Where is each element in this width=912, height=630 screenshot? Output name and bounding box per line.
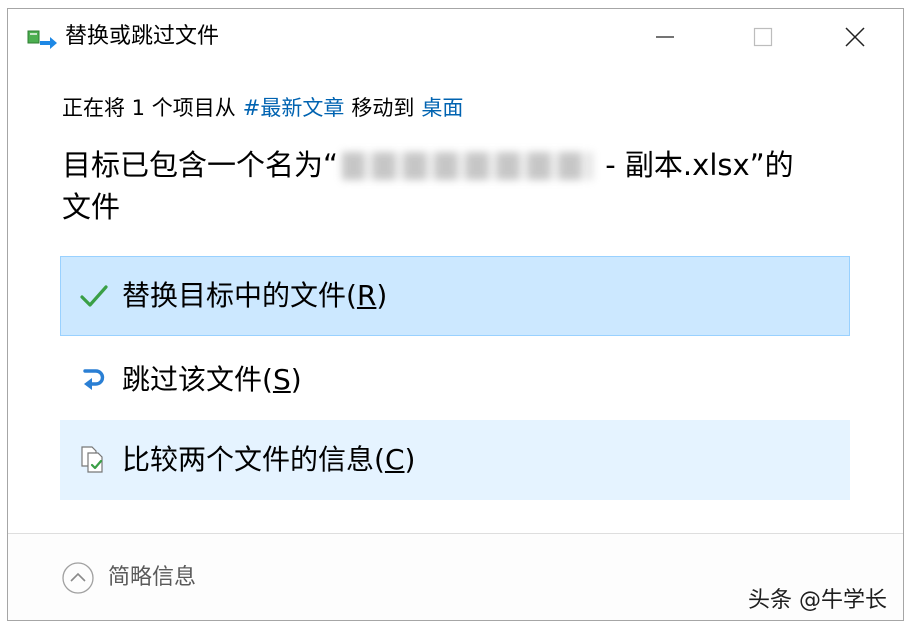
close-icon: [845, 27, 865, 47]
dialog-title: 替换或跳过文件: [65, 24, 220, 49]
compare-option-label: 比较两个文件的信息(C): [122, 443, 416, 476]
replace-option-label: 替换目标中的文件(R): [122, 279, 388, 312]
move-files-icon: [27, 30, 57, 49]
replace-files-option[interactable]: 替换目标中的文件(R): [60, 256, 850, 336]
chevron-up-circle-icon[interactable]: [61, 561, 95, 595]
source-folder-link[interactable]: #最新文章: [243, 96, 345, 120]
conflict-prefix: 目标已包含一个名为“: [62, 148, 339, 182]
accelerator-key: R: [356, 279, 377, 312]
redacted-filename: [342, 152, 593, 180]
skip-option-label: 跳过该文件(S): [122, 363, 302, 396]
skip-files-option[interactable]: 跳过该文件(S): [60, 340, 850, 420]
message-prefix: 正在将 1 个项目从: [62, 96, 236, 120]
destination-folder-link[interactable]: 桌面: [421, 96, 463, 120]
conflict-message: 目标已包含一个名为“ - 副本.xlsx”的 文件: [62, 144, 862, 228]
accelerator-key: S: [272, 363, 291, 396]
close-button[interactable]: [830, 15, 880, 59]
minimize-icon: [656, 36, 674, 38]
minimize-button[interactable]: [640, 15, 690, 59]
skip-icon: [78, 365, 110, 395]
watermark: 头条 @牛学长: [748, 588, 887, 613]
maximize-icon: [753, 27, 773, 47]
conflict-line2: 文件: [62, 190, 121, 224]
fewer-details-toggle[interactable]: 简略信息: [108, 565, 196, 591]
compare-files-option[interactable]: 比较两个文件的信息(C): [60, 420, 850, 500]
move-status-message: 正在将 1 个项目从 #最新文章 移动到 桌面: [62, 95, 463, 121]
message-middle: 移动到: [351, 96, 415, 120]
check-icon: [78, 281, 110, 311]
compare-icon: [78, 445, 110, 475]
conflict-suffix: - 副本.xlsx”的: [596, 148, 794, 182]
replace-or-skip-dialog: 替换或跳过文件 正在将 1 个项目从 #最新文章 移动到 桌面 目标已包含一个名为“ …: [7, 8, 904, 621]
maximize-button[interactable]: [738, 15, 788, 59]
accelerator-key: C: [384, 443, 405, 476]
